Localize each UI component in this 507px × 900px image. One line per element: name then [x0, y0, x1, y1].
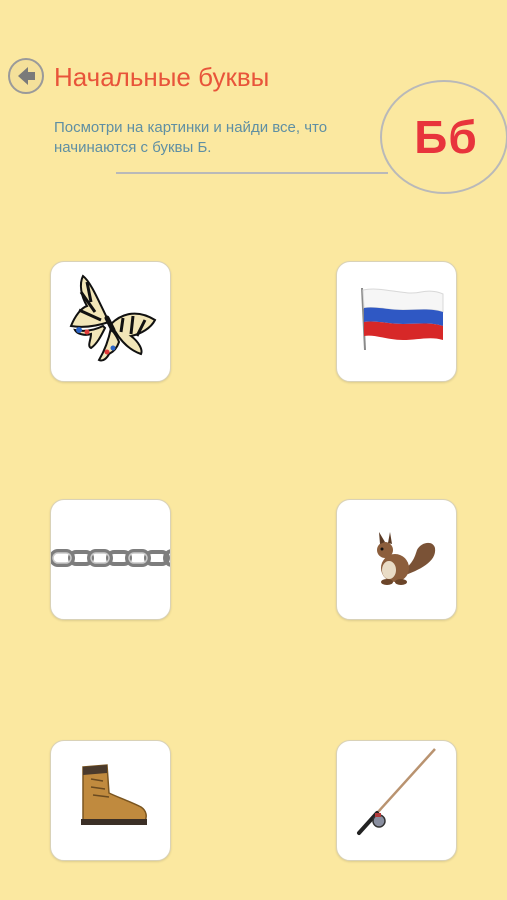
card-boot[interactable] — [50, 740, 171, 861]
russian-flag-icon — [361, 287, 444, 351]
back-button[interactable] — [8, 58, 44, 94]
card-squirrel[interactable] — [336, 499, 457, 620]
fishing-rod-icon — [357, 748, 436, 835]
card-flag[interactable] — [336, 261, 457, 382]
chain-icon — [51, 549, 170, 567]
card-chain[interactable] — [50, 499, 171, 620]
card-fishing-rod[interactable] — [336, 740, 457, 861]
squirrel-icon — [377, 532, 436, 585]
boot-icon — [81, 764, 147, 825]
letter-badge: Бб — [380, 80, 507, 194]
instruction-text: Посмотри на картинки и найди все, что на… — [54, 119, 328, 156]
screen: Начальные буквы Посмотри на картинки и н… — [0, 0, 507, 900]
arrow-left-icon — [18, 67, 35, 85]
card-butterfly[interactable] — [50, 261, 171, 382]
butterfly-icon — [69, 274, 157, 362]
divider — [116, 172, 388, 174]
letter-label: Бб — [414, 111, 478, 163]
page-title: Начальные буквы — [54, 62, 270, 92]
